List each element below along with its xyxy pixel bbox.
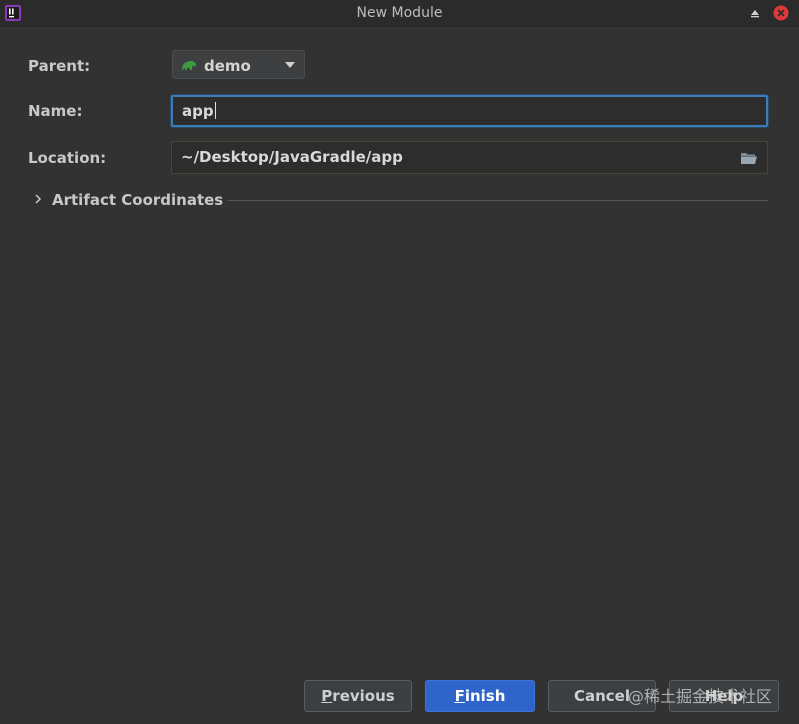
chevron-down-icon <box>285 62 295 68</box>
location-field[interactable]: ~/Desktop/JavaGradle/app <box>171 141 768 174</box>
name-field[interactable]: app <box>171 95 768 127</box>
previous-button[interactable]: Previous <box>304 680 412 712</box>
finish-button[interactable]: Finish <box>425 680 535 712</box>
text-cursor <box>214 102 216 119</box>
close-icon[interactable] <box>773 5 789 21</box>
help-button[interactable]: Help <box>669 680 779 712</box>
parent-label: Parent: <box>28 57 91 75</box>
name-label: Name: <box>28 102 83 120</box>
chevron-right-icon <box>35 194 42 204</box>
parent-dropdown[interactable]: demo <box>172 50 305 79</box>
name-value: app <box>182 102 214 120</box>
title-bar: New Module <box>0 0 799 27</box>
location-value: ~/Desktop/JavaGradle/app <box>181 148 403 166</box>
triangle-up-icon[interactable] <box>747 5 763 21</box>
location-label: Location: <box>28 149 107 167</box>
cancel-button[interactable]: Cancel <box>548 680 656 712</box>
artifact-coordinates-label: Artifact Coordinates <box>52 191 224 209</box>
parent-value: demo <box>204 57 251 75</box>
window-title: New Module <box>356 5 443 21</box>
section-divider <box>228 200 768 201</box>
artifact-coordinates-section[interactable]: Artifact Coordinates <box>33 190 768 210</box>
folder-icon[interactable] <box>740 151 758 165</box>
gradle-elephant-icon <box>182 61 196 70</box>
